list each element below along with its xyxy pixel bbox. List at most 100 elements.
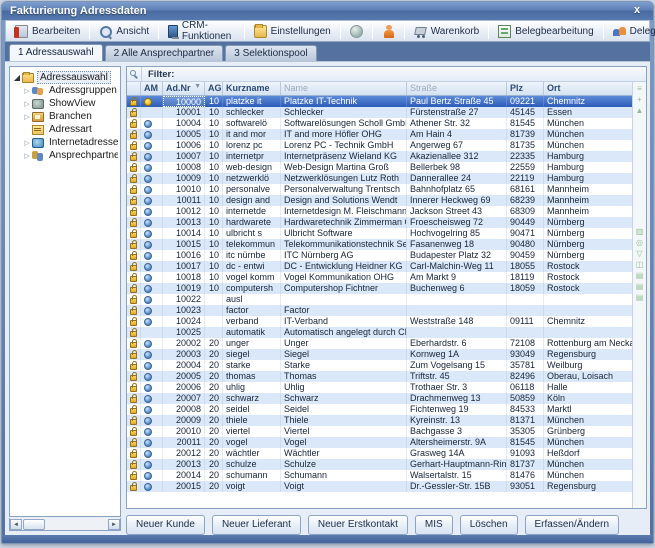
scrollbar-thumb[interactable] bbox=[23, 519, 45, 530]
column-header-AG[interactable]: AG bbox=[205, 82, 223, 95]
table-row[interactable]: 2000720schwarzSchwarzDrachmenweg 1350859… bbox=[127, 393, 632, 404]
toolbar-button-warenkorb[interactable]: Warenkorb bbox=[408, 22, 486, 40]
tab-3-selektionspool[interactable]: 3 Selektionspool bbox=[225, 45, 316, 61]
toolbar-button-delegieren[interactable]: Delegieren bbox=[607, 22, 655, 40]
list-icon[interactable]: ▤ bbox=[635, 271, 645, 280]
column-header-Ort[interactable]: Ort bbox=[544, 82, 634, 95]
tree-expand-icon[interactable]: ▷ bbox=[22, 152, 32, 160]
table-row[interactable]: 2000820seidelSeidelFichtenweg 1984533Mar… bbox=[127, 404, 632, 415]
toolbar-button-crm-funktionen[interactable]: CRM-Funktionen bbox=[162, 22, 240, 40]
button-neuer-erstkontakt[interactable]: Neuer Erstkontakt bbox=[308, 515, 408, 535]
column-header-Ad.Nr[interactable]: Ad.Nr▼ bbox=[163, 82, 205, 95]
table-row[interactable]: 1001410ulbricht sUlbricht SoftwareHochvo… bbox=[127, 228, 632, 239]
table-row[interactable]: 1001210internetdeInternetdesign M. Fleis… bbox=[127, 206, 632, 217]
table-row[interactable]: 1001910computershComputershop FichtnerBu… bbox=[127, 283, 632, 294]
table-row[interactable]: 2001120vogelVogelAltersheimerstr. 9A8154… bbox=[127, 437, 632, 448]
table-row[interactable]: 1000110schleckerSchleckerFürstenstraße 2… bbox=[127, 107, 632, 118]
column-header-lock[interactable] bbox=[127, 82, 141, 95]
table-row[interactable]: 1001310hardwareteHardwaretechnik Zimmerm… bbox=[127, 217, 632, 228]
table-row[interactable]: 2001420schumannSchumannWalsertalstr. 158… bbox=[127, 470, 632, 481]
toolbar-button-einstellungen[interactable]: Einstellungen bbox=[248, 22, 337, 40]
column-header-Name[interactable]: Name bbox=[281, 82, 407, 95]
table-row[interactable]: 10024verbandIT-VerbandWeststraße 1480911… bbox=[127, 316, 632, 327]
tree-item-branchen[interactable]: ▷Branchen bbox=[12, 110, 118, 123]
row-lock-cell bbox=[127, 371, 141, 382]
button-neuer-lieferant[interactable]: Neuer Lieferant bbox=[212, 515, 301, 535]
column-header-AM[interactable]: AM bbox=[141, 82, 163, 95]
scroll-right-arrow-icon[interactable]: ► bbox=[108, 519, 120, 530]
table-row[interactable]: 2000320siegelSiegelKornweg 1A93049Regens… bbox=[127, 349, 632, 360]
cell-adnr: 20010 bbox=[163, 426, 205, 437]
columns-icon[interactable]: ▥ bbox=[635, 227, 645, 236]
tree-root-node[interactable]: ◢Adressauswahl bbox=[12, 71, 118, 84]
tree-item-adressart[interactable]: Adressart bbox=[12, 123, 118, 136]
table-row[interactable]: 1000410softwarelöSoftwarelösungen Scholl… bbox=[127, 118, 632, 129]
toolbar-button-ansicht[interactable]: Ansicht bbox=[93, 22, 155, 40]
table-row[interactable]: 1000010platzke itPlatzke IT-TechnikPaul … bbox=[127, 96, 632, 107]
collapse-top-icon[interactable]: ≡ bbox=[635, 84, 645, 93]
table-row[interactable]: 1000510it and morIT and more Höfler OHGA… bbox=[127, 129, 632, 140]
table-row[interactable]: 1001710dc - entwiDC - Entwicklung Heidne… bbox=[127, 261, 632, 272]
table-row[interactable]: 2000520thomasThomasTriftstr. 4582496Ober… bbox=[127, 371, 632, 382]
table-row[interactable]: 2001220wächtlerWächtlerGrasweg 14A91093H… bbox=[127, 448, 632, 459]
tree-expand-icon[interactable]: ▷ bbox=[22, 87, 32, 95]
button-erfassen-ändern[interactable]: Erfassen/Ändern bbox=[525, 515, 620, 535]
column-header-Plz[interactable]: Plz bbox=[507, 82, 544, 95]
toolbar-button-icon-5[interactable] bbox=[376, 22, 401, 40]
table-row[interactable]: 2001020viertelViertelBachgasse 335305Grü… bbox=[127, 426, 632, 437]
button-neuer-kunde[interactable]: Neuer Kunde bbox=[126, 515, 205, 535]
tree-item-showview[interactable]: ▷ShowView bbox=[12, 97, 118, 110]
toolbar-button-bearbeiten[interactable]: Bearbeiten bbox=[9, 22, 86, 40]
tree-expand-icon[interactable]: ▷ bbox=[22, 100, 32, 108]
cell-plz: 09221 bbox=[507, 96, 544, 107]
add-icon[interactable]: + bbox=[635, 95, 645, 104]
tree-expand-icon[interactable]: ▷ bbox=[22, 113, 32, 121]
table-row[interactable]: 1000710internetprInternetpräsenz Wieland… bbox=[127, 151, 632, 162]
table-row[interactable]: 2000920thieleThieleKyreinstr. 1381371Mün… bbox=[127, 415, 632, 426]
cell-name: Design and Solutions Wendt bbox=[281, 195, 407, 206]
toolbar-button-icon-4[interactable] bbox=[344, 22, 369, 40]
tab-1-adressauswahl[interactable]: 1 Adressauswahl bbox=[9, 44, 103, 61]
table-row[interactable]: 1000810web-designWeb-Design Martina Groß… bbox=[127, 162, 632, 173]
table-row[interactable]: 1001110design andDesign and Solutions We… bbox=[127, 195, 632, 206]
close-icon[interactable]: x bbox=[629, 3, 645, 18]
table-row[interactable]: 2000620uhligUhligTrothaer Str. 306118Hal… bbox=[127, 382, 632, 393]
tree-expanded-icon[interactable]: ◢ bbox=[12, 73, 22, 82]
row-lock-cell bbox=[127, 173, 141, 184]
tab-2-alle-ansprechpartner[interactable]: 2 Alle Ansprechpartner bbox=[105, 45, 224, 61]
list-icon[interactable]: ▤ bbox=[635, 293, 645, 302]
table-row[interactable]: 10022ausl bbox=[127, 294, 632, 305]
column-header-Kurzname[interactable]: Kurzname bbox=[223, 82, 281, 95]
internet-globe-icon bbox=[144, 417, 152, 425]
table-row[interactable]: 2000420starkeStarkeZum Vogelsang 1535781… bbox=[127, 360, 632, 371]
table-row[interactable]: 1001510telekommunTelekommunikationstechn… bbox=[127, 239, 632, 250]
table-row[interactable]: 1001810vogel kommVogel Kommunikation OHG… bbox=[127, 272, 632, 283]
layout-icon[interactable]: ◫ bbox=[635, 260, 645, 269]
tree-item-internetadressen[interactable]: ▷Internetadressen bbox=[12, 136, 118, 149]
zoom-icon[interactable]: ◎ bbox=[635, 238, 645, 247]
scroll-left-arrow-icon[interactable]: ◄ bbox=[10, 519, 22, 530]
list-icon[interactable]: ▤ bbox=[635, 282, 645, 291]
button-löschen[interactable]: Löschen bbox=[460, 515, 518, 535]
table-row[interactable]: 10023factorFactor bbox=[127, 305, 632, 316]
button-mis[interactable]: MIS bbox=[415, 515, 453, 535]
tree-item-adressgruppen[interactable]: ▷Adressgruppen bbox=[12, 84, 118, 97]
cell-strasse: Am Markt 9 bbox=[407, 272, 507, 283]
table-row[interactable]: 1001010personalvePersonalverwaltung Tren… bbox=[127, 184, 632, 195]
search-button[interactable] bbox=[127, 67, 142, 81]
table-row[interactable]: 2001320schulzeSchulzeGerhart-Hauptmann-R… bbox=[127, 459, 632, 470]
tree-item-ansprechpartner[interactable]: ▷Ansprechpartner bbox=[12, 149, 118, 162]
table-row[interactable]: 1000910netzwerklöNetzwerklösungen Lutz R… bbox=[127, 173, 632, 184]
table-row[interactable]: 1000610lorenz pcLorenz PC - Technik GmbH… bbox=[127, 140, 632, 151]
filter-icon[interactable]: ▽ bbox=[635, 249, 645, 258]
tree-expand-icon[interactable]: ▷ bbox=[22, 139, 32, 147]
table-row[interactable]: 2001520voigtVoigtDr.-Gessler-Str. 15B930… bbox=[127, 481, 632, 492]
column-header-Straße[interactable]: Straße bbox=[407, 82, 507, 95]
scroll-up-icon[interactable]: ▲ bbox=[635, 106, 645, 115]
table-row[interactable]: 10025automatikAutomatisch angelegt durch… bbox=[127, 327, 632, 338]
table-row[interactable]: 1001610itc nürnbeITC Nürnberg AGBudapest… bbox=[127, 250, 632, 261]
table-row[interactable]: 2000220ungerUngerEberhardstr. 672108Rott… bbox=[127, 338, 632, 349]
lock-icon bbox=[130, 155, 137, 161]
tree-horizontal-scrollbar[interactable]: ◄ ► bbox=[9, 518, 121, 531]
toolbar-button-belegbearbeitung[interactable]: Belegbearbeitung bbox=[492, 22, 599, 40]
